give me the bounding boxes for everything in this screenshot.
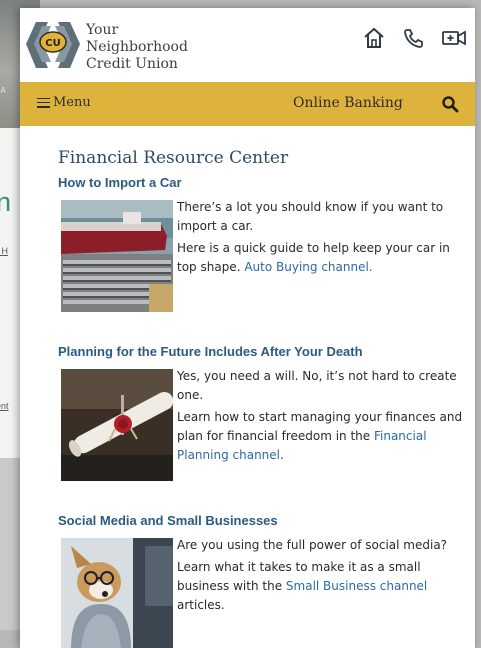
logo-line: Neighborhood: [86, 39, 188, 55]
auto-buying-channel-link[interactable]: Auto Buying channel.: [244, 260, 372, 274]
article-title-link[interactable]: Planning for the Future Includes After Y…: [58, 344, 468, 359]
video-call-icon[interactable]: [441, 25, 467, 51]
article-image[interactable]: [61, 369, 173, 481]
menu-button[interactable]: Menu: [37, 95, 91, 110]
dog-laptop-image: [61, 538, 173, 648]
main-navbar: Menu Online Banking: [20, 82, 475, 126]
article-image[interactable]: [61, 200, 173, 312]
background-photo-caption: · A: [0, 86, 6, 95]
article-paragraph: Learn how to start managing your finance…: [177, 410, 463, 462]
will-scroll-image: [61, 369, 173, 481]
header-actions: [361, 25, 467, 51]
article-title-link[interactable]: How to Import a Car: [58, 175, 468, 190]
mobile-site-frame: CU Your Neighborhood Credit Union Menu O…: [20, 8, 475, 648]
article-image[interactable]: [61, 538, 173, 648]
home-icon[interactable]: [361, 25, 387, 51]
financial-resource-center: Financial Resource Center How to Import …: [58, 148, 468, 648]
logo-badge-text: CU: [45, 38, 60, 49]
article-summary: There’s a lot you should know if you wan…: [177, 198, 467, 280]
article-card: Social Media and Small Businesses Are yo…: [58, 513, 468, 648]
article-paragraph: Yes, you need a will. No, it’s not hard …: [177, 369, 457, 402]
search-icon[interactable]: [441, 95, 459, 113]
article-paragraph: Are you using the full power of social m…: [177, 538, 448, 552]
article-paragraph: Learn what it takes to make it as a smal…: [177, 560, 428, 612]
online-banking-link[interactable]: Online Banking: [293, 95, 403, 111]
section-title: Financial Resource Center: [58, 148, 289, 168]
menu-label: Menu: [53, 95, 91, 110]
cargo-ship-image: [61, 200, 173, 312]
article-card: How to Import a Car There’s a lot you sh…: [58, 175, 468, 312]
article-card: Planning for the Future Includes After Y…: [58, 344, 468, 481]
phone-icon[interactable]: [401, 25, 427, 51]
article-summary: Yes, you need a will. No, it’s not hard …: [177, 367, 467, 468]
background-link-fragment[interactable]: ent: [0, 401, 9, 411]
article-summary: Are you using the full power of social m…: [177, 536, 467, 618]
small-business-channel-link[interactable]: Small Business channel: [286, 579, 427, 593]
logo-wordmark[interactable]: Your Neighborhood Credit Union: [86, 22, 188, 73]
background-link-fragment[interactable]: r H: [0, 246, 8, 256]
logo-line: Credit Union: [86, 56, 178, 72]
site-header: CU Your Neighborhood Credit Union: [20, 8, 475, 82]
background-heading-fragment: n: [0, 187, 12, 217]
article-paragraph: There’s a lot you should know if you wan…: [177, 200, 444, 233]
credit-union-logo-icon[interactable]: CU: [26, 16, 80, 74]
article-title-link[interactable]: Social Media and Small Businesses: [58, 513, 468, 528]
hamburger-icon: [37, 97, 50, 108]
logo-line: Your: [86, 22, 119, 38]
article-paragraph: Here is a quick guide to help keep your …: [177, 241, 450, 274]
